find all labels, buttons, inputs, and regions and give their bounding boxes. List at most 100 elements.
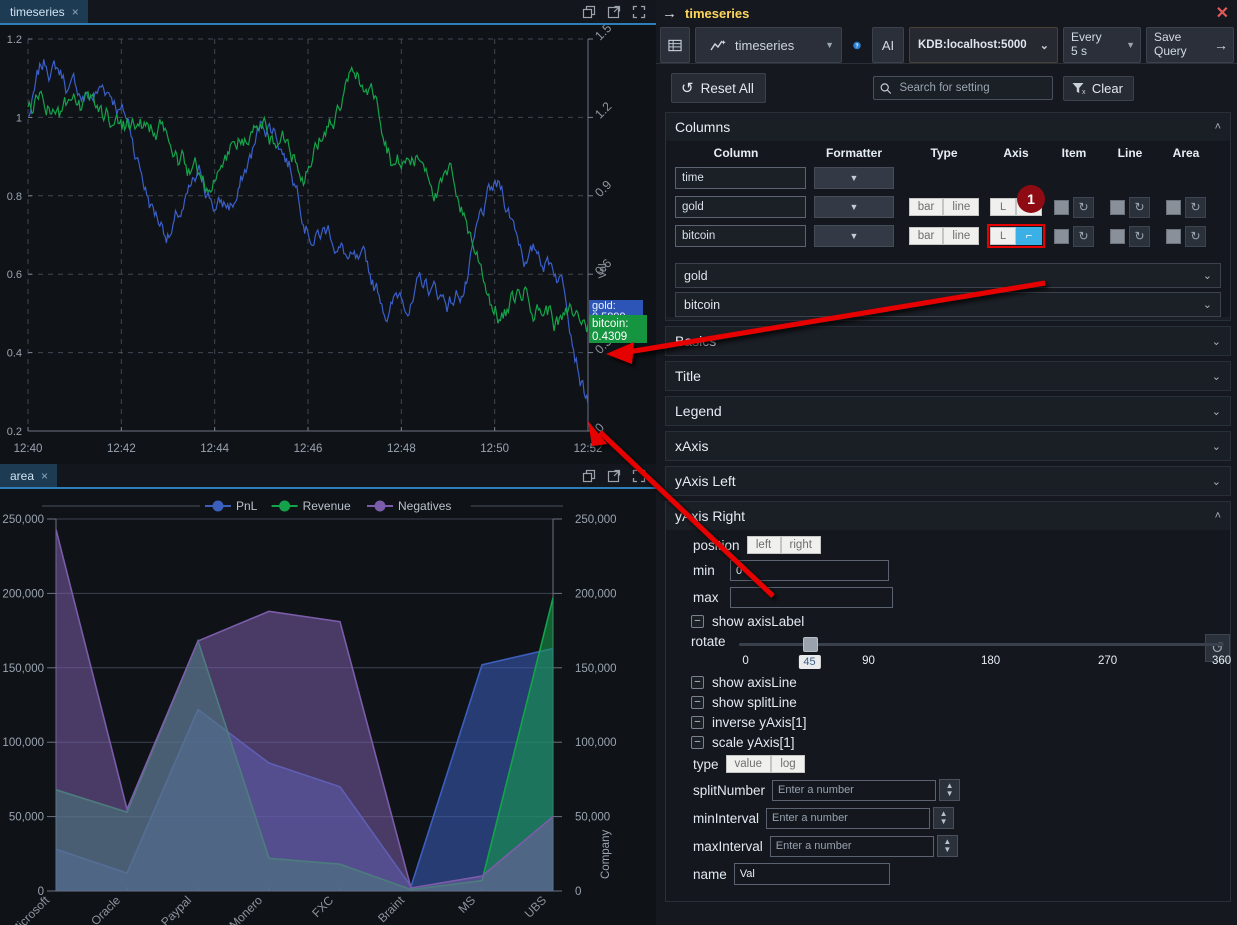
formatter-select-gold[interactable]: ▼ xyxy=(814,196,894,218)
open-external-icon[interactable] xyxy=(607,5,621,19)
show-axisline-row: − show axisLine xyxy=(666,675,1230,690)
area-color-swatch-gold[interactable] xyxy=(1166,199,1181,215)
area-reset-icon-bitcoin[interactable]: ↻ xyxy=(1185,225,1206,247)
line-reset-icon-bitcoin[interactable]: ↻ xyxy=(1129,225,1150,247)
area-color-swatch-bitcoin[interactable] xyxy=(1166,228,1181,244)
line-reset-icon-gold[interactable]: ↻ xyxy=(1129,196,1150,218)
type-bar-button-bitcoin[interactable]: bar xyxy=(908,227,944,245)
search-input[interactable] xyxy=(897,81,1046,95)
max-row: max xyxy=(666,587,1230,608)
section-header-title[interactable]: Title ⌄ xyxy=(666,362,1230,390)
rotate-slider[interactable]: 0 45 90 180 270 360 xyxy=(738,634,1231,672)
splitnumber-input[interactable] xyxy=(772,779,937,801)
table-icon[interactable] xyxy=(660,27,690,63)
open-external-icon[interactable] xyxy=(607,469,621,483)
series-select-gold[interactable]: gold ⌄ xyxy=(675,263,1221,288)
chevron-down-icon: ⌄ xyxy=(1211,440,1221,453)
item-reset-icon-gold[interactable]: ↻ xyxy=(1073,196,1094,218)
series-select-bitcoin[interactable]: bitcoin ⌄ xyxy=(675,292,1221,317)
column-name-input-time[interactable] xyxy=(675,167,806,189)
copy-icon[interactable] xyxy=(582,5,596,19)
connection-select[interactable]: KDB:localhost:5000 ⌄ xyxy=(909,27,1058,63)
max-input[interactable] xyxy=(730,587,893,608)
line-color-swatch-gold[interactable] xyxy=(1110,199,1125,215)
save-query-line1: Save xyxy=(1154,30,1182,45)
item-reset-icon-bitcoin[interactable]: ↻ xyxy=(1073,225,1094,247)
tab-area-close-icon[interactable]: × xyxy=(41,470,48,482)
item-color-swatch-bitcoin[interactable] xyxy=(1054,228,1069,244)
chart-type-dropdown[interactable]: timeseries ▼ xyxy=(695,27,842,63)
axis-right-button-bitcoin[interactable]: ⌐ xyxy=(1016,227,1042,245)
svg-text:PnL: PnL xyxy=(236,499,258,513)
type-bar-button-gold[interactable]: bar xyxy=(908,198,944,216)
svg-text:Val: Val xyxy=(597,263,609,278)
section-columns-body: Column Formatter Type Axis Item Line Are… xyxy=(666,141,1230,317)
axis-toggle-highlight: L ⌐ xyxy=(987,224,1045,248)
section-header-xaxis[interactable]: xAxis ⌄ xyxy=(666,432,1230,460)
refresh-interval-dropdown[interactable]: Every 5 s ▼ xyxy=(1063,27,1141,63)
section-header-basics[interactable]: Basics ⌄ xyxy=(666,327,1230,355)
type-line-button-gold[interactable]: line xyxy=(943,198,980,216)
section-yaxis-right-header[interactable]: yAxis Right ˄ xyxy=(666,502,1230,530)
clear-button[interactable]: x Clear xyxy=(1062,75,1134,101)
position-right-button[interactable]: right xyxy=(780,536,821,554)
chevron-up-icon: ˄ xyxy=(1214,510,1221,522)
area-reset-icon-gold[interactable]: ↻ xyxy=(1185,196,1206,218)
scale-yaxis-checkbox[interactable]: − xyxy=(691,736,704,749)
show-axislabel-checkbox[interactable]: − xyxy=(691,615,704,628)
close-icon[interactable]: ✕ xyxy=(1216,5,1229,22)
position-left-button[interactable]: left xyxy=(746,536,781,554)
fullscreen-icon[interactable] xyxy=(632,5,646,19)
panel-area-tools xyxy=(582,464,656,487)
type-log-button[interactable]: log xyxy=(771,755,806,773)
column-name-input-bitcoin[interactable] xyxy=(675,225,806,247)
splitnumber-stepper[interactable]: ▲ ▼ xyxy=(939,779,961,801)
mininterval-input[interactable] xyxy=(766,807,931,829)
type-label: type xyxy=(693,756,719,772)
tab-timeseries[interactable]: timeseries × xyxy=(0,0,88,23)
svg-text:100,000: 100,000 xyxy=(575,737,617,749)
rotate-slider-thumb[interactable] xyxy=(802,637,818,652)
section-title: Title xyxy=(675,368,701,384)
timeseries-plot[interactable]: 0.2 0.4 0.6 0.8 1 1.2 12:40 12:42 12:44 12:46 12:4… xyxy=(0,25,656,464)
show-axislabel-row: − show axisLabel xyxy=(666,614,1230,629)
min-input[interactable] xyxy=(730,560,889,581)
name-input[interactable] xyxy=(733,863,890,885)
show-axisline-checkbox[interactable]: − xyxy=(691,676,704,689)
fullscreen-icon[interactable] xyxy=(632,469,646,483)
formatter-select-time[interactable]: ▼ xyxy=(814,167,894,189)
section-columns-header[interactable]: Columns ˄ xyxy=(666,113,1230,141)
ai-button[interactable]: AI xyxy=(872,27,904,63)
tab-area-label: area xyxy=(10,468,35,483)
position-toggle: left right xyxy=(746,536,821,554)
section-header-legend[interactable]: Legend ⌄ xyxy=(666,397,1230,425)
chevron-down-icon: ⌄ xyxy=(1202,270,1212,282)
type-line-button-bitcoin[interactable]: line xyxy=(943,227,980,245)
inverse-yaxis-checkbox[interactable]: − xyxy=(691,716,704,729)
line-color-swatch-bitcoin[interactable] xyxy=(1110,228,1125,244)
type-value-button[interactable]: value xyxy=(725,755,772,773)
tab-timeseries-close-icon[interactable]: × xyxy=(72,6,79,18)
item-color-swatch-gold[interactable] xyxy=(1054,199,1069,215)
tab-area[interactable]: area × xyxy=(0,464,58,487)
back-arrow-icon[interactable]: → xyxy=(662,5,677,22)
reset-all-button[interactable]: ↺ Reset All xyxy=(671,73,766,103)
maxinterval-input[interactable] xyxy=(769,835,934,857)
reset-icon: ↺ xyxy=(681,80,694,97)
axis-left-button-gold[interactable]: L xyxy=(990,198,1016,216)
area-plot[interactable]: PnL Revenue Negatives 0 0 50,000 50,000 100,000… xyxy=(0,489,656,925)
section-header-yaxis-left[interactable]: yAxis Left ⌄ xyxy=(666,467,1230,495)
help-icon[interactable]: ? xyxy=(847,27,867,63)
svg-text:0.2: 0.2 xyxy=(7,426,22,438)
copy-icon[interactable] xyxy=(582,469,596,483)
mininterval-stepper[interactable]: ▲ ▼ xyxy=(933,807,955,829)
axis-left-button-bitcoin[interactable]: L xyxy=(990,227,1016,245)
formatter-select-bitcoin[interactable]: ▼ xyxy=(814,225,894,247)
search-setting-wrap[interactable] xyxy=(872,76,1053,100)
query-toolbar: timeseries ▼ ? AI KDB:localhost:5000 ⌄ E… xyxy=(656,27,1237,64)
column-name-input-gold[interactable] xyxy=(675,196,806,218)
maxinterval-stepper[interactable]: ▲ ▼ xyxy=(936,835,958,857)
save-query-button[interactable]: Save Query → xyxy=(1146,27,1234,63)
svg-text:x: x xyxy=(1082,89,1086,95)
show-splitline-checkbox[interactable]: − xyxy=(691,696,704,709)
